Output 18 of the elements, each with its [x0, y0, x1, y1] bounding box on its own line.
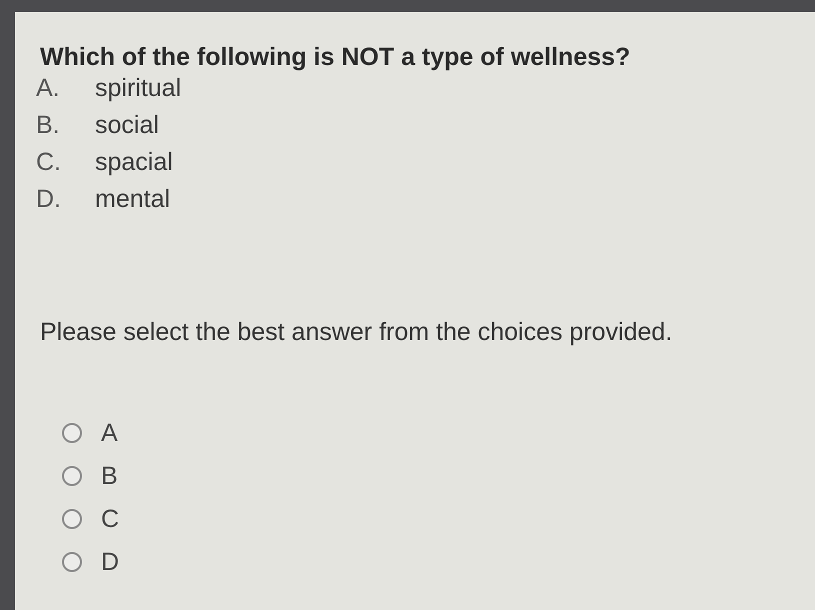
choice-label[interactable]: B — [101, 460, 118, 490]
option-text: social — [95, 110, 159, 140]
choice-label[interactable]: C — [101, 504, 120, 534]
option-text: spacial — [95, 147, 173, 177]
option-letter: D. — [36, 184, 62, 214]
radio-button[interactable] — [62, 466, 82, 486]
option-letter: B. — [36, 110, 61, 140]
option-text: spiritual — [95, 73, 182, 103]
option-letter: C. — [36, 147, 62, 177]
option-letter: A. — [36, 73, 61, 103]
choice-label[interactable]: D — [101, 546, 120, 576]
question-text: Which of the following is NOT a type of wellness? — [40, 42, 632, 72]
choice-label[interactable]: A — [101, 418, 118, 448]
radio-button[interactable] — [62, 552, 82, 572]
radio-button[interactable] — [62, 508, 82, 528]
radio-button[interactable] — [62, 422, 82, 442]
instruction-text: Please select the best answer from the choices provided. — [40, 317, 674, 347]
option-text: mental — [95, 184, 170, 214]
